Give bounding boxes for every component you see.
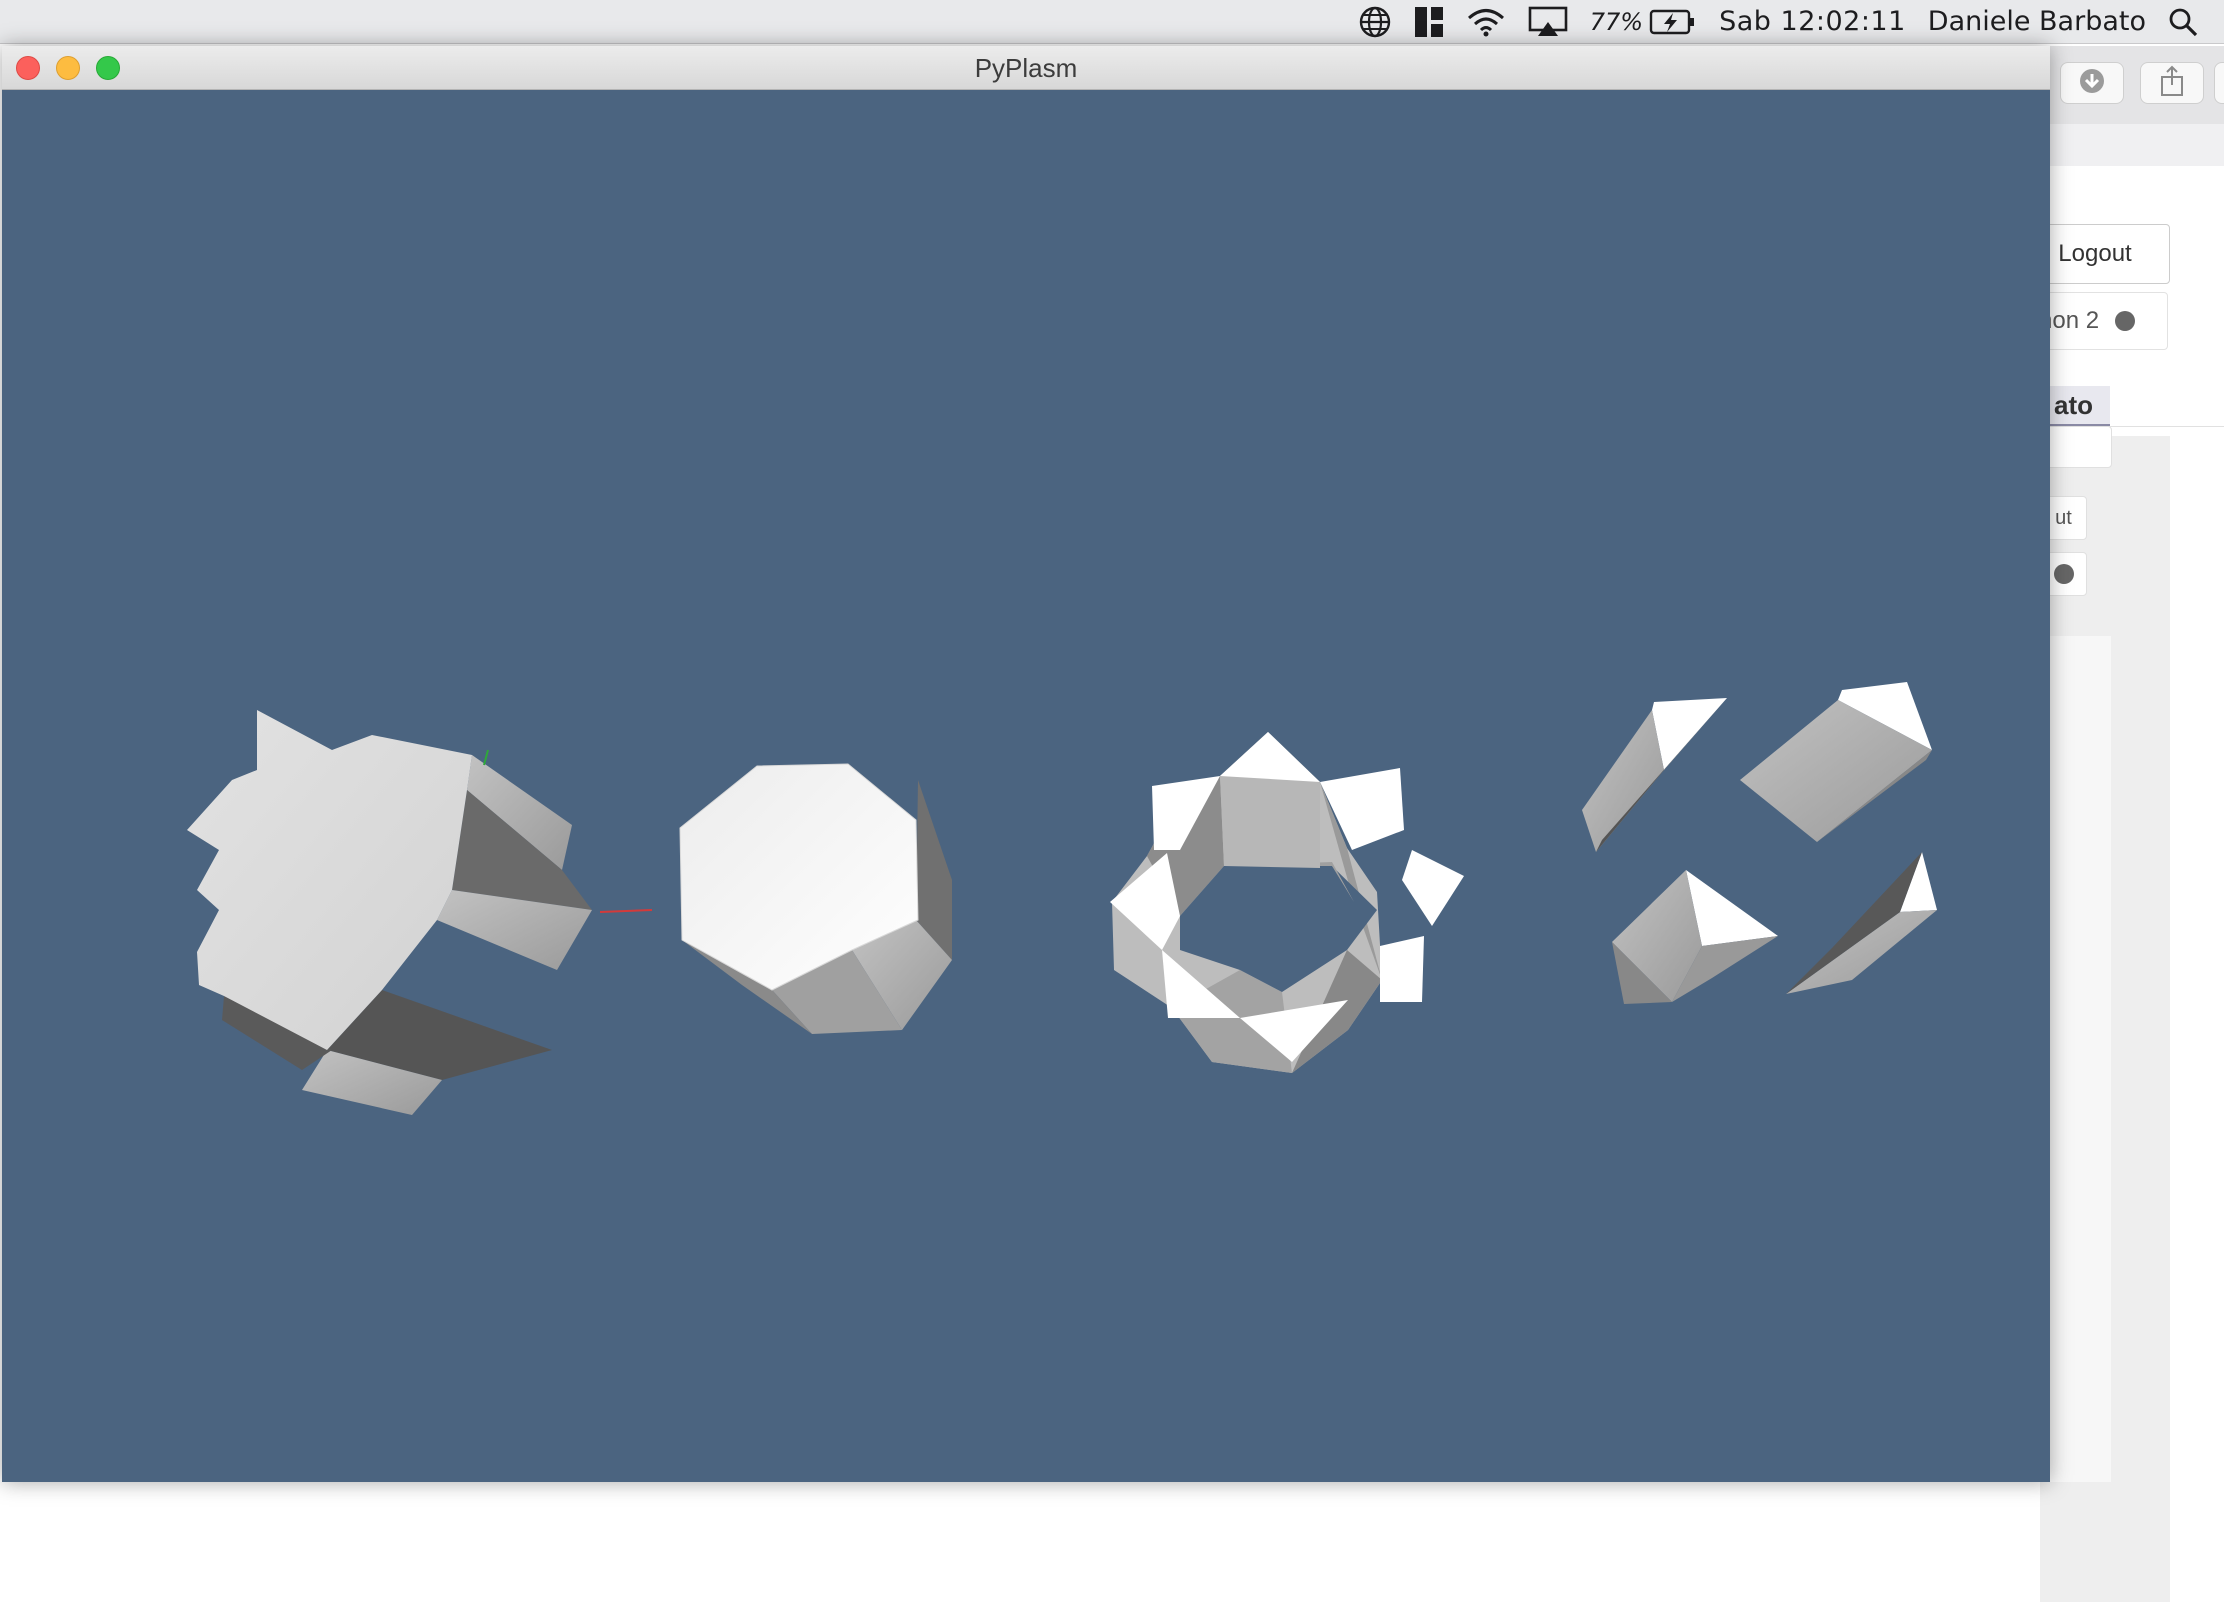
notebook-area xyxy=(2040,436,2170,1602)
clock[interactable]: Sab 12:02:11 xyxy=(1719,6,1906,37)
browser-content: Logout hon 2 xyxy=(2020,166,2224,1602)
window-titlebar[interactable]: PyPlasm xyxy=(2,46,2050,90)
menu-bar: 77% Sab 12:02:11 Daniele Barbato xyxy=(0,0,2224,44)
globe-icon[interactable] xyxy=(1358,5,1392,39)
download-icon xyxy=(2078,67,2106,100)
airplay-icon[interactable] xyxy=(1528,6,1568,38)
pyplasm-window: PyPlasm xyxy=(2,46,2050,1482)
battery-percent: 77% xyxy=(1589,7,1644,36)
browser-toolbar xyxy=(2040,46,2224,125)
background-browser-window: Logout hon 2 ato ut xyxy=(2020,46,2224,1602)
close-button[interactable] xyxy=(16,56,40,80)
spotlight-search-icon[interactable] xyxy=(2168,7,2198,37)
user-name[interactable]: Daniele Barbato xyxy=(1928,6,2146,37)
minimize-button[interactable] xyxy=(56,56,80,80)
share-button[interactable] xyxy=(2140,62,2204,104)
battery-indicator[interactable]: 77% xyxy=(1590,8,1697,36)
wifi-icon[interactable] xyxy=(1466,7,1506,37)
kernel-status-dot-icon xyxy=(2115,311,2136,331)
star-ring xyxy=(1110,732,1464,1073)
3d-scene xyxy=(187,682,1937,1115)
cube-fragments xyxy=(1582,682,1937,1004)
toolbar-button-partial[interactable] xyxy=(2214,62,2224,104)
octagonal-prism xyxy=(679,763,952,1034)
star-prism xyxy=(187,710,653,1115)
layout-grid-icon[interactable] xyxy=(1414,6,1444,38)
maximize-button[interactable] xyxy=(96,56,120,80)
3d-viewport[interactable] xyxy=(2,90,2050,1482)
share-icon xyxy=(2159,65,2185,102)
notebook-header: Logout hon 2 xyxy=(2020,166,2224,427)
battery-charging-icon xyxy=(1649,8,1697,36)
download-button[interactable] xyxy=(2060,62,2124,104)
window-title: PyPlasm xyxy=(974,53,1078,83)
